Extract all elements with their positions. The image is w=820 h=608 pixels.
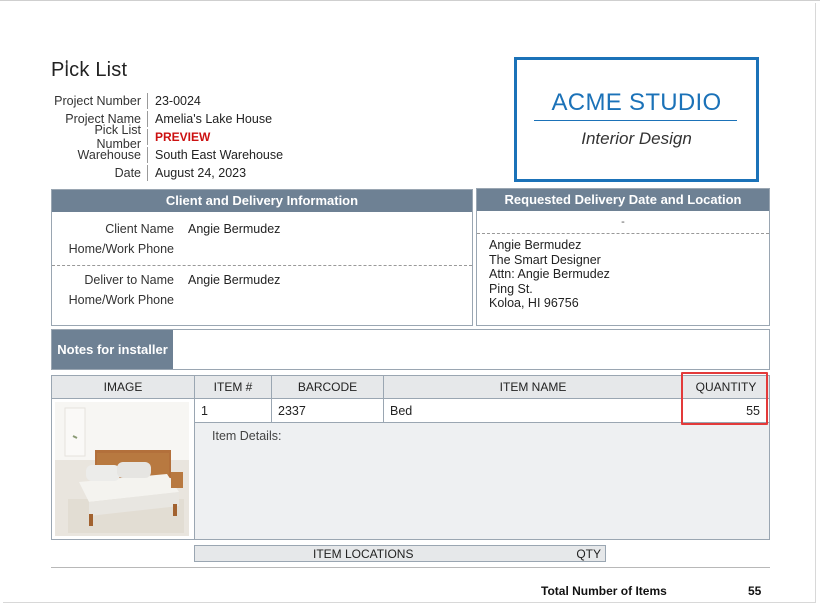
- bed-photo: [55, 402, 189, 536]
- client-divider: [52, 265, 472, 266]
- column-header-item-number: ITEM #: [195, 376, 272, 399]
- info-value: August 24, 2023: [155, 166, 247, 180]
- deliver-to-label: Deliver to Name: [84, 273, 174, 287]
- logo-company-name: ACME STUDIO: [551, 89, 722, 116]
- client-phone-row: Home/Work Phone: [52, 242, 174, 256]
- delivery-divider: [477, 233, 769, 234]
- deliver-to-row: Deliver to Name Angie Bermudez: [52, 273, 280, 287]
- column-header-image: IMAGE: [52, 376, 195, 399]
- client-delivery-panel: Client and Delivery Information Client N…: [51, 189, 473, 326]
- item-name-cell: Bed: [384, 399, 683, 423]
- delivery-panel-heading: Requested Delivery Date and Location: [477, 189, 769, 211]
- page-top-border: [0, 0, 820, 1]
- client-name-row: Client Name Angie Bermudez: [52, 222, 280, 236]
- address-line: Attn: Angie Bermudez: [489, 267, 610, 281]
- deliver-phone-row: Home/Work Phone: [52, 293, 174, 307]
- column-header-barcode: BARCODE: [272, 376, 384, 399]
- address-line: Ping St.: [489, 281, 533, 296]
- info-value: South East Warehouse: [155, 148, 284, 162]
- text-cursor-icon: I: [65, 57, 69, 72]
- requested-delivery-panel: Requested Delivery Date and Location - A…: [476, 188, 770, 326]
- info-row-pick-list-number: Pick List Number PREVIEW: [50, 123, 283, 151]
- notes-label: Notes for installer: [52, 330, 173, 369]
- page-title: Pick List: [51, 59, 128, 81]
- address-line: Angie Bermudez: [489, 238, 582, 252]
- preview-badge: PREVIEW: [155, 130, 211, 144]
- item-locations-bar: ITEM LOCATIONS QTY: [194, 545, 606, 562]
- deliver-to-value: Angie Bermudez: [188, 273, 281, 287]
- locations-qty-label: QTY: [576, 547, 601, 561]
- delivery-date: -: [621, 216, 625, 228]
- info-row-project-number: Project Number 23-0024: [50, 92, 283, 110]
- delivery-address: Angie Bermudez The Smart Designer Attn: …: [489, 238, 610, 311]
- total-items-label: Total Number of Items: [541, 584, 667, 598]
- company-logo: ACME STUDIO Interior Design: [514, 57, 759, 182]
- client-name-label: Client Name: [105, 222, 174, 236]
- item-locations-label: ITEM LOCATIONS: [313, 547, 414, 561]
- info-value: 23-0024: [155, 94, 201, 108]
- notes-panel: Notes for installer: [51, 329, 770, 370]
- logo-divider: [534, 120, 737, 121]
- info-row-date: Date August 24, 2023: [50, 164, 283, 182]
- logo-subtitle: Interior Design: [581, 129, 692, 148]
- address-line: Koloa, HI 96756: [489, 296, 579, 310]
- barcode-cell: 2337: [272, 399, 384, 423]
- project-info: Project Number 23-0024 Project Name Amel…: [50, 92, 283, 182]
- info-label: Date: [114, 166, 141, 180]
- quantity-highlight-box: [681, 372, 768, 425]
- client-phone-label: Home/Work Phone: [68, 242, 174, 256]
- info-row-warehouse: Warehouse South East Warehouse: [50, 146, 283, 164]
- total-items-value: 55: [748, 584, 762, 598]
- column-header-item-name: ITEM NAME: [384, 376, 683, 399]
- items-table: IMAGE ITEM # BARCODE ITEM NAME QUANTITY …: [51, 375, 770, 540]
- info-value: Amelia's Lake House: [155, 112, 273, 126]
- footer-divider: [51, 567, 770, 568]
- info-label: Pick List Number: [94, 123, 141, 151]
- info-label: Project Number: [54, 94, 141, 108]
- item-number-cell: 1: [195, 399, 272, 423]
- item-image: [52, 399, 195, 539]
- client-name-value: Angie Bermudez: [188, 222, 281, 236]
- info-label: Warehouse: [77, 148, 141, 162]
- client-panel-heading: Client and Delivery Information: [52, 190, 472, 212]
- item-details-label: Item Details:: [212, 429, 282, 443]
- deliver-phone-label: Home/Work Phone: [68, 293, 174, 307]
- address-line: The Smart Designer: [489, 252, 601, 267]
